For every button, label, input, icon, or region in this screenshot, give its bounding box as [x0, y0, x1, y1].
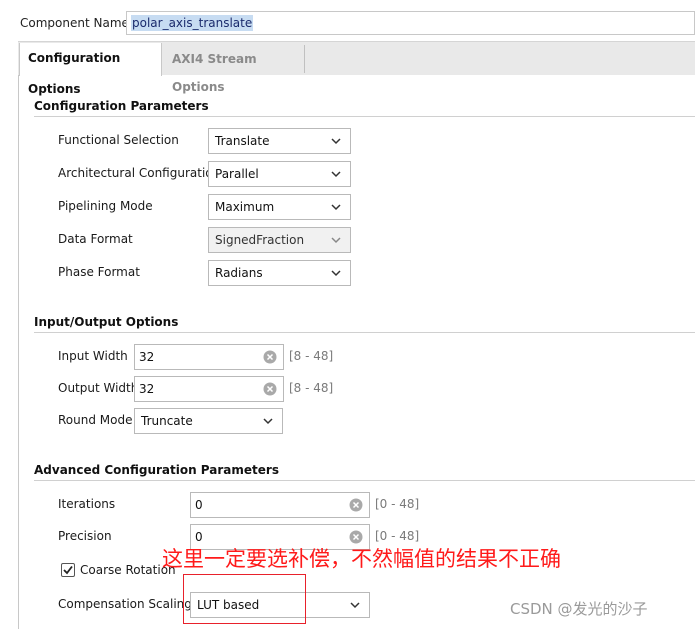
iterations-value: 0	[195, 498, 203, 512]
clear-icon[interactable]	[263, 382, 277, 396]
component-name-value: polar_axis_translate	[131, 15, 254, 31]
watermark: CSDN @发光的沙子	[510, 600, 648, 618]
pipelining-mode-value: Maximum	[215, 200, 275, 214]
chevron-down-icon	[331, 171, 341, 178]
advanced-params-divider	[34, 480, 695, 481]
iterations-range: [0 - 48]	[375, 497, 420, 511]
chevron-down-icon	[331, 270, 341, 277]
annotation-note: 这里一定要选补偿，不然幅值的结果不正确	[162, 547, 561, 571]
tab-axi4-stream-options[interactable]: AXI4 Stream Options	[163, 45, 305, 94]
component-name-label: Component Name	[20, 16, 129, 30]
iterations-label: Iterations	[58, 497, 116, 511]
output-width-range: [8 - 48]	[289, 381, 334, 395]
config-params-title: Configuration Parameters	[34, 99, 209, 113]
io-options-title: Input/Output Options	[34, 315, 179, 329]
data-format-dropdown: SignedFraction	[208, 227, 351, 253]
advanced-params-title: Advanced Configuration Parameters	[34, 463, 279, 477]
clear-icon[interactable]	[263, 350, 277, 364]
round-mode-label: Round Mode	[58, 413, 133, 427]
phase-format-value: Radians	[215, 266, 263, 280]
architectural-configuration-dropdown[interactable]: Parallel	[208, 161, 351, 187]
data-format-label: Data Format	[58, 232, 133, 246]
output-width-label: Output Width	[58, 381, 139, 395]
tab-configuration-options[interactable]: Configuration Options	[19, 43, 162, 96]
functional-selection-label: Functional Selection	[58, 133, 179, 147]
functional-selection-value: Translate	[215, 134, 270, 148]
io-options-divider	[34, 332, 695, 333]
annotation-highlight-box	[183, 574, 306, 624]
clear-icon[interactable]	[349, 498, 363, 512]
output-width-value: 32	[139, 382, 155, 396]
input-width-range: [8 - 48]	[289, 349, 334, 363]
precision-label: Precision	[58, 529, 112, 543]
chevron-down-icon	[331, 204, 341, 211]
chevron-down-icon	[350, 602, 360, 609]
config-params-divider	[34, 116, 695, 117]
precision-range: [0 - 48]	[375, 529, 420, 543]
architectural-configuration-label: Architectural Configuration	[58, 166, 221, 180]
round-mode-dropdown[interactable]: Truncate	[134, 408, 283, 434]
phase-format-dropdown[interactable]: Radians	[208, 260, 351, 286]
functional-selection-dropdown[interactable]: Translate	[208, 128, 351, 154]
chevron-down-icon	[331, 237, 341, 244]
component-name-input[interactable]: polar_axis_translate	[126, 11, 695, 35]
input-width-field[interactable]: 32	[134, 344, 284, 370]
checkmark-icon	[63, 565, 73, 575]
precision-value: 0	[195, 530, 203, 544]
round-mode-value: Truncate	[141, 414, 193, 428]
input-width-value: 32	[139, 350, 155, 364]
iterations-field[interactable]: 0	[190, 492, 370, 518]
input-width-label: Input Width	[58, 349, 128, 363]
chevron-down-icon	[331, 138, 341, 145]
compensation-scaling-label: Compensation Scaling	[58, 597, 192, 611]
architectural-configuration-value: Parallel	[215, 167, 259, 181]
pipelining-mode-dropdown[interactable]: Maximum	[208, 194, 351, 220]
data-format-value: SignedFraction	[215, 233, 305, 247]
coarse-rotation-checkbox[interactable]	[61, 563, 75, 577]
phase-format-label: Phase Format	[58, 265, 140, 279]
output-width-field[interactable]: 32	[134, 376, 284, 402]
clear-icon[interactable]	[349, 530, 363, 544]
pipelining-mode-label: Pipelining Mode	[58, 199, 153, 213]
chevron-down-icon	[263, 418, 273, 425]
